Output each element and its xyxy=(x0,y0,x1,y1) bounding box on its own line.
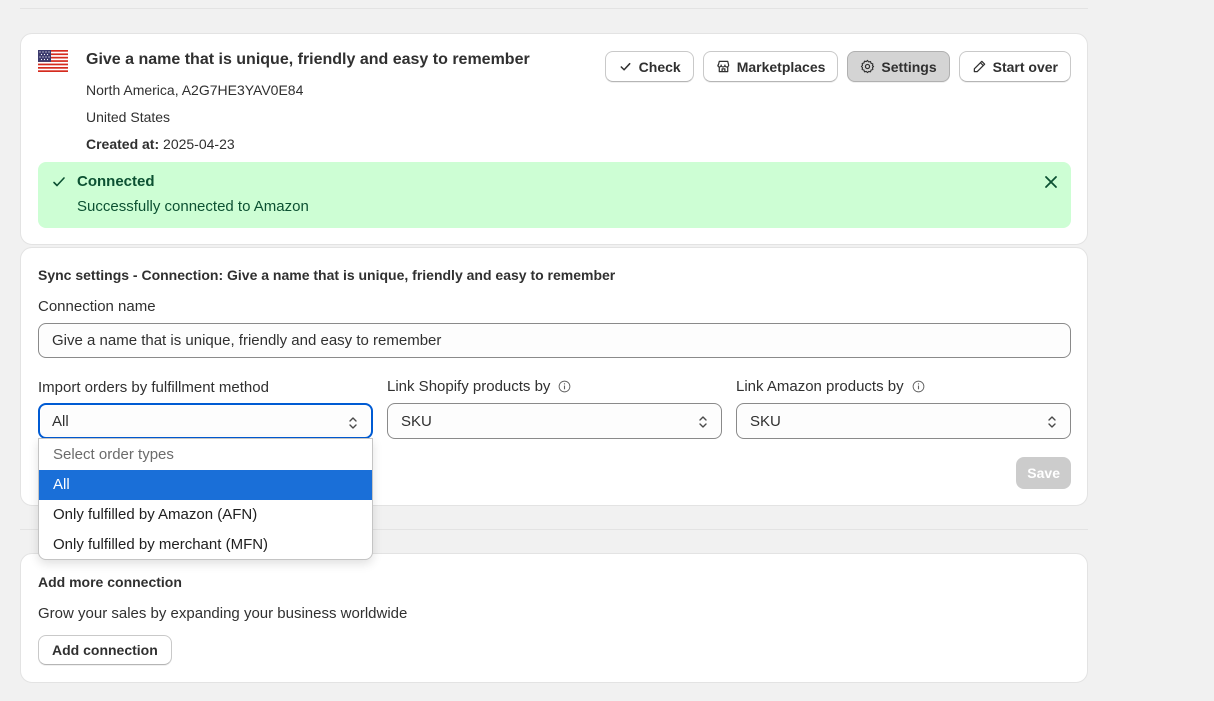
add-connection-card: Add more connection Grow your sales by e… xyxy=(20,553,1088,683)
import-orders-value: All xyxy=(52,412,69,430)
import-orders-select[interactable]: All xyxy=(38,403,373,439)
connection-actions: Check Marketplaces Settings Start over xyxy=(604,51,1071,82)
connection-title: Give a name that is unique, friendly and… xyxy=(86,51,530,68)
info-icon[interactable] xyxy=(558,380,571,393)
link-amazon-value: SKU xyxy=(750,412,781,430)
dropdown-option-afn[interactable]: Only fulfilled by Amazon (AFN) xyxy=(39,500,372,530)
import-orders-label: Import orders by fulfillment method xyxy=(38,379,269,396)
connection-country: United States xyxy=(86,109,171,125)
connection-name-label: Connection name xyxy=(38,298,156,315)
gear-icon xyxy=(861,59,875,74)
connection-created: Created at: 2025-04-23 xyxy=(86,136,235,152)
marketplaces-button-label: Marketplaces xyxy=(736,58,826,75)
link-shopify-label-text: Link Shopify products by xyxy=(387,378,551,395)
chevron-updown-icon xyxy=(699,416,707,428)
connection-name-input[interactable] xyxy=(38,323,1071,358)
check-icon xyxy=(620,62,631,71)
save-button[interactable]: Save xyxy=(1016,457,1071,489)
close-icon[interactable] xyxy=(1043,174,1059,190)
settings-button[interactable]: Settings xyxy=(847,51,950,82)
info-icon[interactable] xyxy=(912,380,925,393)
connection-region: North America, A2G7HE3YAV0E84 xyxy=(86,82,304,98)
chevron-updown-icon xyxy=(1048,416,1056,428)
connection-card: Give a name that is unique, friendly and… xyxy=(20,33,1088,245)
link-shopify-label: Link Shopify products by xyxy=(387,378,571,395)
banner-title: Connected xyxy=(77,173,155,190)
link-amazon-select[interactable]: SKU xyxy=(736,403,1071,439)
dropdown-placeholder: Select order types xyxy=(53,446,174,463)
pencil-icon xyxy=(973,60,985,73)
settings-button-label: Settings xyxy=(881,58,937,75)
add-connection-button[interactable]: Add connection xyxy=(38,635,172,665)
add-connection-title: Add more connection xyxy=(38,574,182,590)
banner-text: Successfully connected to Amazon xyxy=(77,198,309,215)
top-divider xyxy=(20,8,1088,9)
check-icon xyxy=(53,177,65,187)
sync-settings-title: Sync settings - Connection: Give a name … xyxy=(38,267,616,283)
link-shopify-select[interactable]: SKU xyxy=(387,403,722,439)
order-types-dropdown: Select order types All Only fulfilled by… xyxy=(38,438,373,560)
link-shopify-value: SKU xyxy=(401,412,432,430)
created-label: Created at: xyxy=(86,136,160,152)
dropdown-option-all[interactable]: All xyxy=(39,470,372,500)
import-orders-label-text: Import orders by fulfillment method xyxy=(38,379,269,396)
start-over-button[interactable]: Start over xyxy=(958,51,1071,82)
start-over-button-label: Start over xyxy=(992,58,1058,75)
chevron-updown-icon xyxy=(349,417,357,429)
add-connection-text: Grow your sales by expanding your busine… xyxy=(38,605,408,622)
link-amazon-label-text: Link Amazon products by xyxy=(736,378,904,395)
store-icon xyxy=(716,60,729,73)
connection-name-label-text: Connection name xyxy=(38,298,156,315)
check-button[interactable]: Check xyxy=(604,51,694,82)
check-button-label: Check xyxy=(638,58,681,75)
link-amazon-label: Link Amazon products by xyxy=(736,378,925,395)
created-value: 2025-04-23 xyxy=(163,136,235,152)
us-flag-icon xyxy=(38,50,68,72)
dropdown-option-mfn[interactable]: Only fulfilled by merchant (MFN) xyxy=(39,530,372,559)
success-banner: Connected Successfully connected to Amaz… xyxy=(38,162,1071,228)
marketplaces-button[interactable]: Marketplaces xyxy=(702,51,839,82)
